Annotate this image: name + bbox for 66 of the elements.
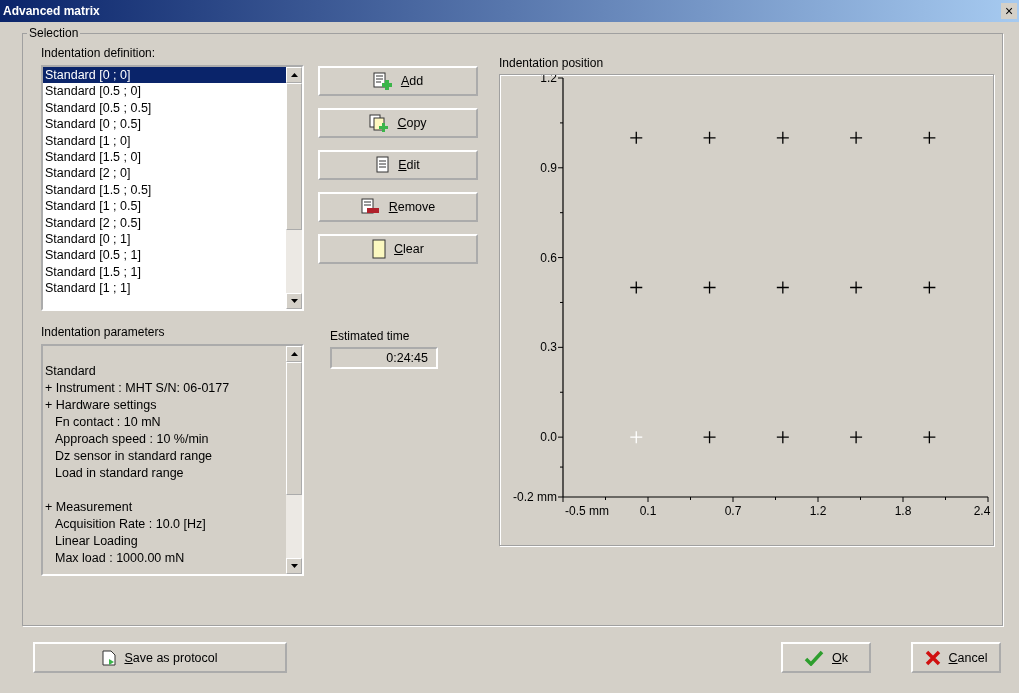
cross-icon (924, 649, 941, 666)
x-tick-label: 0.1 (639, 504, 657, 518)
clear-button[interactable]: Clear (318, 234, 478, 264)
group-title: Selection (28, 26, 80, 40)
scrollbar[interactable] (286, 67, 302, 309)
estimated-time-label: Estimated time (330, 329, 411, 344)
scrollbar[interactable] (286, 346, 302, 574)
documents-plus-icon (369, 114, 390, 132)
blank-page-icon (372, 239, 387, 259)
parameter-line: + Instrument : MHT S/N: 06-0177 (45, 380, 231, 397)
close-button[interactable]: × (1001, 3, 1017, 19)
x-tick-label: 0.7 (724, 504, 742, 518)
parameter-line: Fn contact : 10 mN (54, 414, 162, 431)
list-item[interactable]: Standard [0.5 ; 1] (43, 247, 286, 264)
ok-button[interactable]: Ok (781, 642, 871, 673)
list-item[interactable]: Standard [0 ; 0] (43, 67, 286, 84)
up-arrow-icon (290, 352, 298, 356)
chart-label: Indentation position (499, 56, 605, 71)
list-item[interactable]: Standard [2 ; 0.5] (43, 214, 286, 232)
parameter-line: + Measurement (45, 499, 134, 516)
parameter-line: Approach speed : 10 %/min (54, 431, 210, 448)
down-arrow-icon (290, 564, 298, 568)
parameter-line: Acquisition Rate : 10.0 [Hz] (54, 516, 207, 533)
list-item[interactable]: Standard [1.5 ; 1] (43, 263, 286, 281)
document-icon (102, 649, 117, 666)
list-item[interactable]: Standard [1 ; 0.5] (43, 198, 286, 215)
parameter-line: Max load : 1000.00 mN (54, 550, 186, 567)
checkmark-icon (804, 649, 824, 666)
y-tick-label: 0.6 (540, 250, 557, 265)
x-tick-label: 2.4 (973, 504, 991, 518)
y-tick-label: -0.2 mm (513, 490, 557, 504)
up-arrow-icon (290, 73, 298, 77)
x-tick-label: 1.2 (809, 504, 827, 518)
list-item[interactable]: Standard [2 ; 0] (43, 165, 286, 182)
y-tick-label: 0.9 (540, 160, 557, 175)
window-title: Advanced matrix (3, 4, 100, 18)
copy-button[interactable]: Copy (318, 108, 478, 138)
edit-button[interactable]: Edit (318, 150, 478, 180)
cancel-button[interactable]: Cancel (911, 642, 1001, 673)
list-label: Indentation definition: (41, 46, 157, 61)
parameter-line: Load in standard range (54, 465, 185, 482)
list-item[interactable]: Standard [0.5 ; 0.5] (43, 99, 286, 117)
parameter-line: Standard (45, 363, 97, 380)
parameter-line: + Hardware settings (45, 397, 158, 414)
list-item[interactable]: Standard [1 ; 1] (43, 280, 286, 297)
down-arrow-icon (290, 299, 298, 303)
list-item[interactable]: Standard [0.5 ; 0] (43, 83, 286, 100)
document-plus-icon (372, 72, 393, 90)
list-item[interactable]: Standard [0 ; 1] (43, 231, 286, 248)
document-icon (376, 156, 391, 174)
add-button[interactable]: Add (318, 66, 478, 96)
remove-button[interactable]: Remove (318, 192, 478, 222)
estimated-time-field: 0:24:45 (330, 347, 438, 369)
parameters-label: Indentation parameters (41, 325, 166, 340)
save-button[interactable]: Save as protocol (33, 642, 287, 673)
parameter-line: Dz sensor in standard range (54, 448, 214, 465)
x-tick-label: 1.8 (894, 504, 912, 518)
list-item[interactable]: Standard [1 ; 0] (43, 132, 286, 150)
list-item[interactable]: Standard [1.5 ; 0.5] (43, 181, 286, 199)
x-tick-label: -0.5 mm (565, 504, 609, 518)
list-item[interactable]: Standard [0 ; 0.5] (43, 116, 286, 133)
document-minus-icon (360, 198, 381, 216)
y-tick-label: 0.0 (540, 430, 557, 445)
y-tick-label: 0.3 (540, 340, 557, 355)
list-item[interactable]: Standard [1.5 ; 0] (43, 149, 286, 166)
parameter-line: Linear Loading (54, 533, 139, 550)
